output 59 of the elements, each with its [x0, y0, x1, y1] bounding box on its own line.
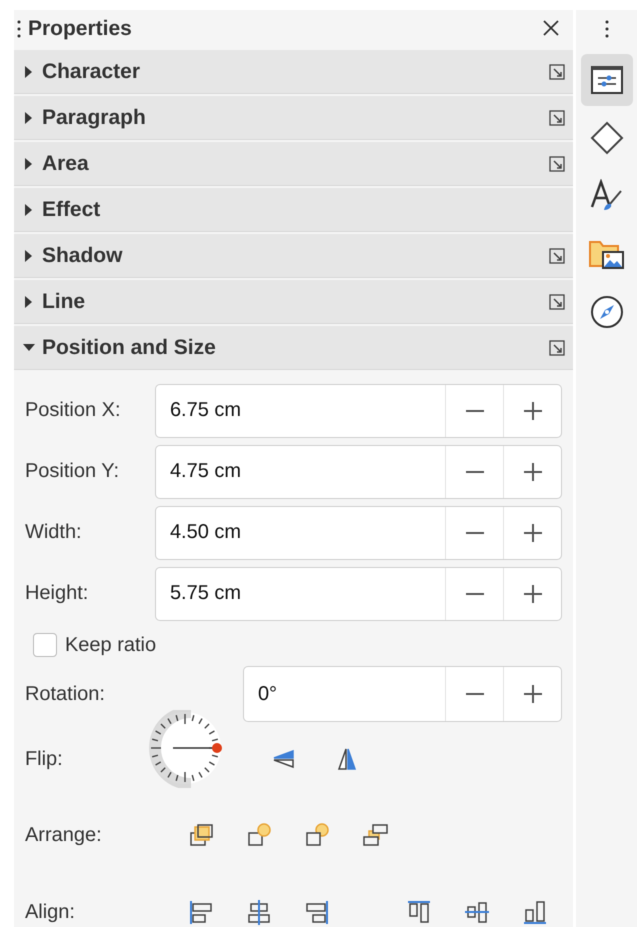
field-label: Arrange:	[24, 824, 103, 846]
keep-ratio-checkbox[interactable]: Keep ratio	[32, 624, 562, 666]
plus-icon	[524, 462, 542, 480]
section-header[interactable]: Character	[14, 50, 574, 94]
spin-field[interactable]: 4.50 cm	[154, 506, 562, 560]
more-options-icon[interactable]	[549, 340, 566, 356]
section-title: Position and Size	[42, 336, 217, 360]
section-title: Area	[42, 152, 90, 176]
spin-field[interactable]: 5.75 cm	[154, 566, 562, 620]
value-input[interactable]: 0°	[244, 667, 446, 721]
minus-icon	[466, 592, 484, 594]
field-label: Height:	[24, 582, 90, 605]
minus-icon	[466, 693, 484, 695]
plus-icon	[524, 524, 542, 542]
section-header[interactable]: Line	[14, 280, 574, 324]
more-options-icon[interactable]	[549, 248, 566, 264]
rotation-dial[interactable]	[146, 710, 225, 788]
field-label: Position Y:	[24, 460, 120, 483]
minus-icon	[466, 410, 484, 412]
section-header[interactable]: Shadow	[14, 234, 574, 278]
sliders-window-icon	[590, 65, 623, 95]
panel-title: Properties	[28, 17, 133, 41]
field-label: Align:	[24, 900, 76, 924]
section-title: Shadow	[42, 244, 124, 268]
more-options-icon[interactable]	[549, 64, 566, 80]
plus-icon	[524, 685, 542, 703]
value-input[interactable]: 5.75 cm	[156, 568, 446, 620]
spin-field[interactable]: 4.75 cm	[154, 444, 562, 498]
value-input[interactable]: 6.75 cm	[156, 384, 446, 436]
section-title: Line	[42, 290, 86, 314]
field-label: Flip:	[24, 748, 64, 770]
value-input[interactable]: 4.75 cm	[156, 446, 446, 498]
minus-icon	[466, 532, 484, 534]
section-title: Effect	[42, 198, 102, 222]
field-label: Position X:	[24, 399, 122, 422]
spin-field[interactable]: 6.75 cm	[154, 384, 562, 438]
section-header[interactable]: Paragraph	[14, 96, 574, 140]
folder-picture-icon	[588, 238, 625, 270]
plus-icon	[524, 402, 542, 420]
more-options-icon[interactable]	[549, 156, 566, 172]
field-label: Rotation:	[24, 682, 106, 706]
minus-icon	[466, 470, 484, 472]
rotation-field[interactable]: 0°	[242, 666, 562, 722]
letter-brush-icon	[590, 179, 624, 213]
more-options-icon[interactable]	[549, 110, 566, 126]
section-title: Character	[42, 60, 141, 84]
section-header[interactable]: Effect	[14, 188, 574, 232]
value-input[interactable]: 4.50 cm	[156, 506, 446, 558]
field-label: Width:	[24, 521, 83, 544]
section-title: Paragraph	[42, 106, 147, 130]
section-header[interactable]: Position and Size	[14, 326, 574, 370]
drag-handle-icon	[16, 19, 22, 39]
diamond-icon	[590, 121, 624, 155]
section-header[interactable]: Area	[14, 142, 574, 186]
compass-icon	[590, 295, 624, 329]
close-icon	[543, 20, 560, 36]
sidebar-tab[interactable]	[580, 54, 633, 106]
more-options-icon[interactable]	[549, 294, 566, 310]
plus-icon	[524, 584, 542, 602]
